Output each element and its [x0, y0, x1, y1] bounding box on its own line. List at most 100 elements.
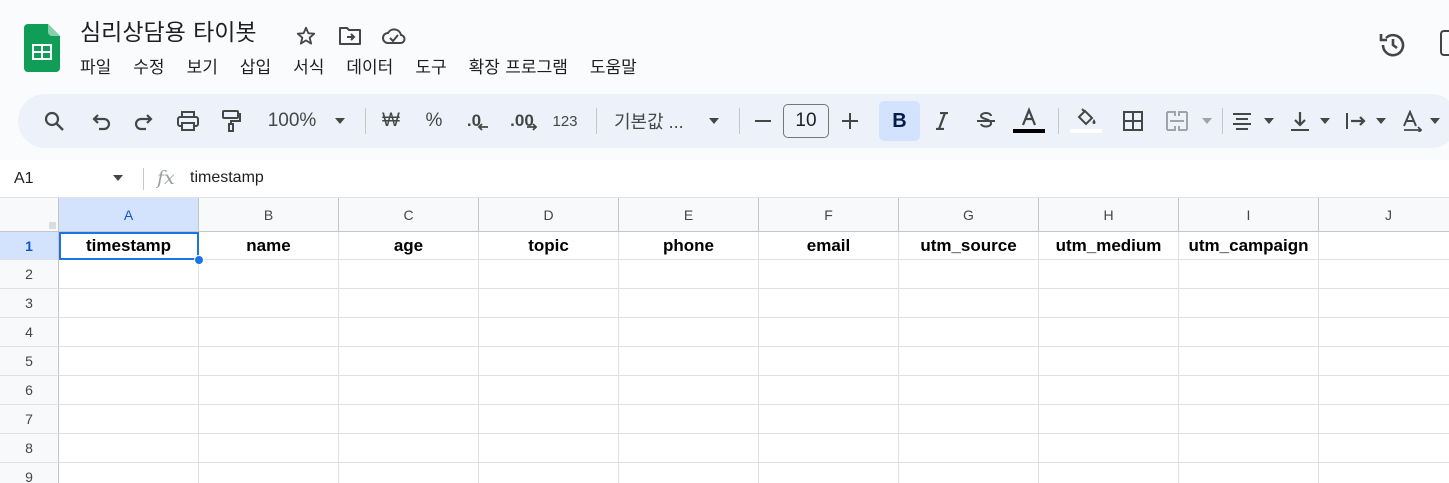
cell-b1[interactable]: name	[199, 232, 339, 260]
cell-e4[interactable]	[619, 318, 759, 347]
search-menus-icon[interactable]	[40, 94, 68, 148]
text-rotation-dropdown-icon[interactable]	[1428, 94, 1442, 148]
cell-j9[interactable]	[1319, 463, 1449, 483]
redo-icon[interactable]	[131, 94, 157, 148]
cell-g6[interactable]	[899, 376, 1039, 405]
cell-b4[interactable]	[199, 318, 339, 347]
name-box-dropdown-icon[interactable]	[112, 174, 124, 182]
cell-e6[interactable]	[619, 376, 759, 405]
cell-d2[interactable]	[479, 260, 619, 289]
cell-b2[interactable]	[199, 260, 339, 289]
cell-c4[interactable]	[339, 318, 479, 347]
cell-f6[interactable]	[759, 376, 899, 405]
cell-e1[interactable]: phone	[619, 232, 759, 260]
fill-color-icon[interactable]	[1068, 94, 1104, 148]
cell-f4[interactable]	[759, 318, 899, 347]
cell-f9[interactable]	[759, 463, 899, 483]
cell-a1[interactable]: timestamp	[59, 232, 199, 260]
menu-extensions[interactable]: 확장 프로그램	[469, 56, 579, 80]
menu-tools[interactable]: 도구	[415, 56, 457, 80]
cell-j7[interactable]	[1319, 405, 1449, 434]
more-formats-button[interactable]: 123	[550, 94, 580, 148]
row-header-8[interactable]: 8	[0, 434, 59, 463]
text-wrapping-dropdown-icon[interactable]	[1374, 94, 1388, 148]
column-header-c[interactable]: C	[339, 198, 479, 232]
cell-i3[interactable]	[1179, 289, 1319, 318]
cell-j2[interactable]	[1319, 260, 1449, 289]
cell-a8[interactable]	[59, 434, 199, 463]
text-rotation-icon[interactable]	[1400, 94, 1426, 148]
sheets-logo-icon[interactable]	[24, 24, 60, 72]
cell-a2[interactable]	[59, 260, 199, 289]
cell-f7[interactable]	[759, 405, 899, 434]
menu-format[interactable]: 서식	[293, 56, 335, 80]
cell-e5[interactable]	[619, 347, 759, 376]
cell-i7[interactable]	[1179, 405, 1319, 434]
cell-b7[interactable]	[199, 405, 339, 434]
text-wrapping-icon[interactable]	[1344, 94, 1368, 148]
cell-i2[interactable]	[1179, 260, 1319, 289]
text-color-icon[interactable]	[1012, 94, 1046, 148]
cell-f3[interactable]	[759, 289, 899, 318]
cell-f8[interactable]	[759, 434, 899, 463]
menu-data[interactable]: 데이터	[346, 56, 404, 80]
select-all-corner[interactable]	[0, 198, 59, 232]
move-to-folder-icon[interactable]	[336, 22, 364, 50]
horizontal-align-icon[interactable]	[1230, 94, 1254, 148]
cell-c1[interactable]: age	[339, 232, 479, 260]
cell-h4[interactable]	[1039, 318, 1179, 347]
font-size-input[interactable]: 10	[783, 104, 829, 138]
cell-j6[interactable]	[1319, 376, 1449, 405]
row-header-5[interactable]: 5	[0, 347, 59, 376]
column-header-a[interactable]: A	[59, 198, 199, 232]
column-header-h[interactable]: H	[1039, 198, 1179, 232]
cell-f5[interactable]	[759, 347, 899, 376]
cell-c5[interactable]	[339, 347, 479, 376]
borders-icon[interactable]	[1120, 94, 1146, 148]
merge-cells-icon[interactable]	[1164, 94, 1190, 148]
cell-g4[interactable]	[899, 318, 1039, 347]
cell-d4[interactable]	[479, 318, 619, 347]
zoom-select[interactable]: 100%	[262, 94, 322, 148]
fill-handle[interactable]	[194, 255, 204, 265]
paint-format-icon[interactable]	[218, 94, 244, 148]
increase-decimal-button[interactable]: .00	[506, 94, 542, 148]
vertical-align-icon[interactable]	[1288, 94, 1312, 148]
cell-c8[interactable]	[339, 434, 479, 463]
cell-e9[interactable]	[619, 463, 759, 483]
undo-icon[interactable]	[88, 94, 114, 148]
version-history-icon[interactable]	[1376, 28, 1410, 62]
star-icon[interactable]	[292, 22, 320, 50]
vertical-align-dropdown-icon[interactable]	[1318, 94, 1332, 148]
cell-d9[interactable]	[479, 463, 619, 483]
cell-j1[interactable]	[1319, 232, 1449, 260]
cell-e2[interactable]	[619, 260, 759, 289]
strikethrough-icon[interactable]	[974, 94, 998, 148]
cell-a6[interactable]	[59, 376, 199, 405]
row-header-7[interactable]: 7	[0, 405, 59, 434]
cell-j4[interactable]	[1319, 318, 1449, 347]
cell-f2[interactable]	[759, 260, 899, 289]
print-icon[interactable]	[174, 94, 202, 148]
menu-file[interactable]: 파일	[80, 56, 122, 80]
cell-h5[interactable]	[1039, 347, 1179, 376]
cell-b9[interactable]	[199, 463, 339, 483]
row-header-6[interactable]: 6	[0, 376, 59, 405]
cell-c6[interactable]	[339, 376, 479, 405]
column-header-i[interactable]: I	[1179, 198, 1319, 232]
cell-g5[interactable]	[899, 347, 1039, 376]
cell-i5[interactable]	[1179, 347, 1319, 376]
column-header-f[interactable]: F	[759, 198, 899, 232]
cell-a7[interactable]	[59, 405, 199, 434]
comments-icon[interactable]	[1440, 30, 1449, 56]
cell-b6[interactable]	[199, 376, 339, 405]
cell-h6[interactable]	[1039, 376, 1179, 405]
cell-j3[interactable]	[1319, 289, 1449, 318]
cell-i6[interactable]	[1179, 376, 1319, 405]
font-dropdown-icon[interactable]	[706, 94, 722, 148]
cell-c9[interactable]	[339, 463, 479, 483]
decrease-font-size-icon[interactable]	[752, 94, 774, 148]
cell-d8[interactable]	[479, 434, 619, 463]
cell-c2[interactable]	[339, 260, 479, 289]
cell-d1[interactable]: topic	[479, 232, 619, 260]
